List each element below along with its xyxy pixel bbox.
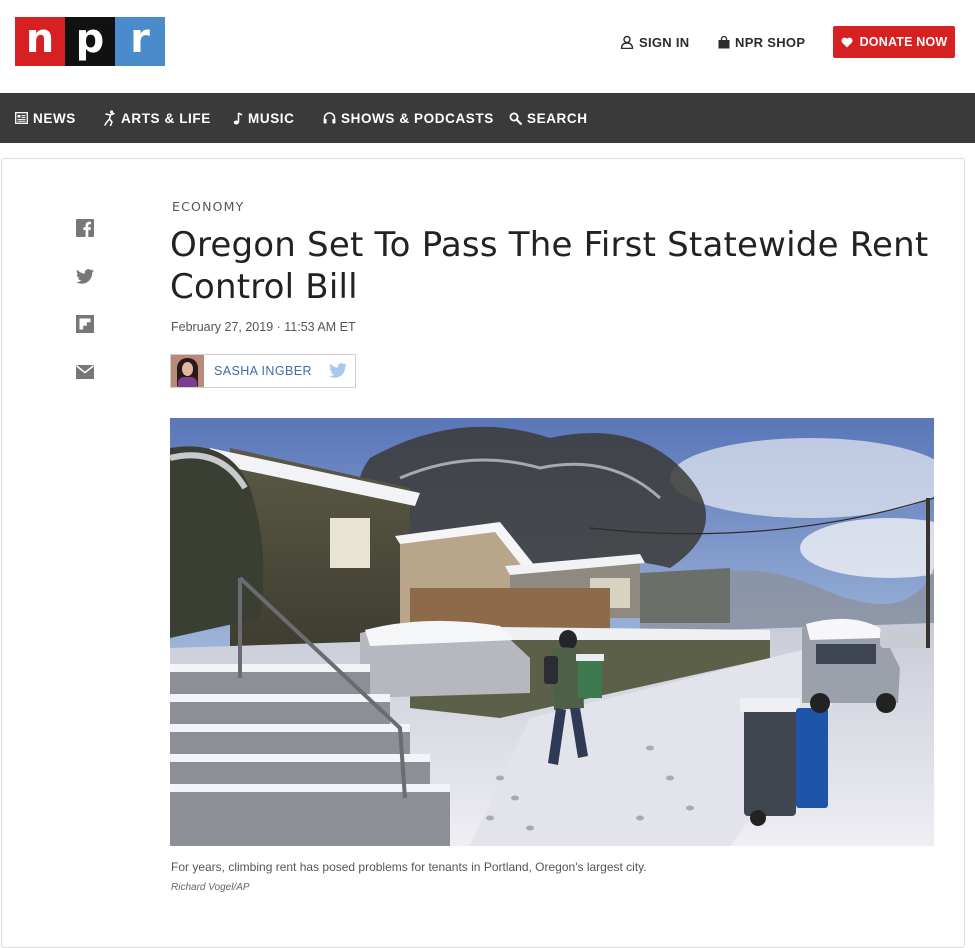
nav-shows-podcasts-label: SHOWS & PODCASTS bbox=[341, 110, 494, 126]
email-icon bbox=[76, 365, 94, 379]
npr-shop-label: NPR SHOP bbox=[735, 34, 806, 50]
nav-item-music[interactable]: MUSIC bbox=[233, 93, 295, 143]
nav-item-news[interactable]: NEWS bbox=[15, 93, 76, 143]
author-byline[interactable]: SASHA INGBER bbox=[170, 354, 356, 388]
logo-letter-n: n bbox=[15, 17, 65, 66]
nav-arts-life-label: ARTS & LIFE bbox=[121, 110, 211, 126]
facebook-icon bbox=[76, 219, 94, 237]
donate-label: DONATE NOW bbox=[859, 35, 948, 49]
npr-shop-link[interactable]: NPR SHOP bbox=[718, 26, 805, 58]
heart-icon bbox=[841, 37, 853, 47]
nav-item-shows-podcasts[interactable]: SHOWS & PODCASTS bbox=[323, 93, 494, 143]
facebook-share-button[interactable] bbox=[76, 219, 94, 237]
nav-music-label: MUSIC bbox=[248, 110, 295, 126]
logo-letter-r: r bbox=[115, 17, 165, 66]
flipboard-share-button[interactable] bbox=[76, 315, 94, 333]
flipboard-icon bbox=[76, 315, 94, 333]
photo-caption: For years, climbing rent has posed probl… bbox=[171, 860, 647, 874]
site-header: n p r SIGN IN NPR SHOP DONATE NOW bbox=[0, 0, 975, 93]
article-title: Oregon Set To Pass The First Statewide R… bbox=[170, 225, 929, 307]
headphones-icon bbox=[323, 112, 336, 124]
photo-credit: Richard Vogel/AP bbox=[171, 882, 250, 893]
article-photo[interactable] bbox=[170, 418, 934, 846]
shopping-bag-icon bbox=[718, 35, 730, 48]
npr-logo[interactable]: n p r bbox=[15, 17, 165, 66]
twitter-share-button[interactable] bbox=[76, 267, 94, 285]
logo-letter-p: p bbox=[65, 17, 115, 66]
dancer-icon bbox=[104, 110, 115, 126]
twitter-icon bbox=[76, 268, 94, 284]
section-slug[interactable]: ECONOMY bbox=[172, 199, 244, 214]
sign-in-label: SIGN IN bbox=[639, 34, 690, 50]
author-name[interactable]: SASHA INGBER bbox=[214, 364, 312, 378]
nav-item-arts-life[interactable]: ARTS & LIFE bbox=[104, 93, 211, 143]
newspaper-icon bbox=[15, 112, 28, 124]
nav-item-search[interactable]: SEARCH bbox=[509, 93, 588, 143]
music-note-icon bbox=[233, 111, 243, 124]
main-nav: NEWS ARTS & LIFE MUSIC SHOWS & PODCASTS … bbox=[0, 93, 975, 143]
nav-news-label: NEWS bbox=[33, 110, 76, 126]
search-icon bbox=[509, 112, 522, 125]
article-dateline: February 27, 2019 · 11:53 AM ET bbox=[171, 320, 356, 334]
author-avatar bbox=[171, 355, 204, 387]
donate-button[interactable]: DONATE NOW bbox=[833, 26, 955, 58]
twitter-icon[interactable] bbox=[329, 363, 347, 378]
user-icon bbox=[620, 35, 634, 49]
email-share-button[interactable] bbox=[76, 363, 94, 381]
nav-search-label: SEARCH bbox=[527, 110, 588, 126]
sign-in-link[interactable]: SIGN IN bbox=[620, 26, 690, 58]
